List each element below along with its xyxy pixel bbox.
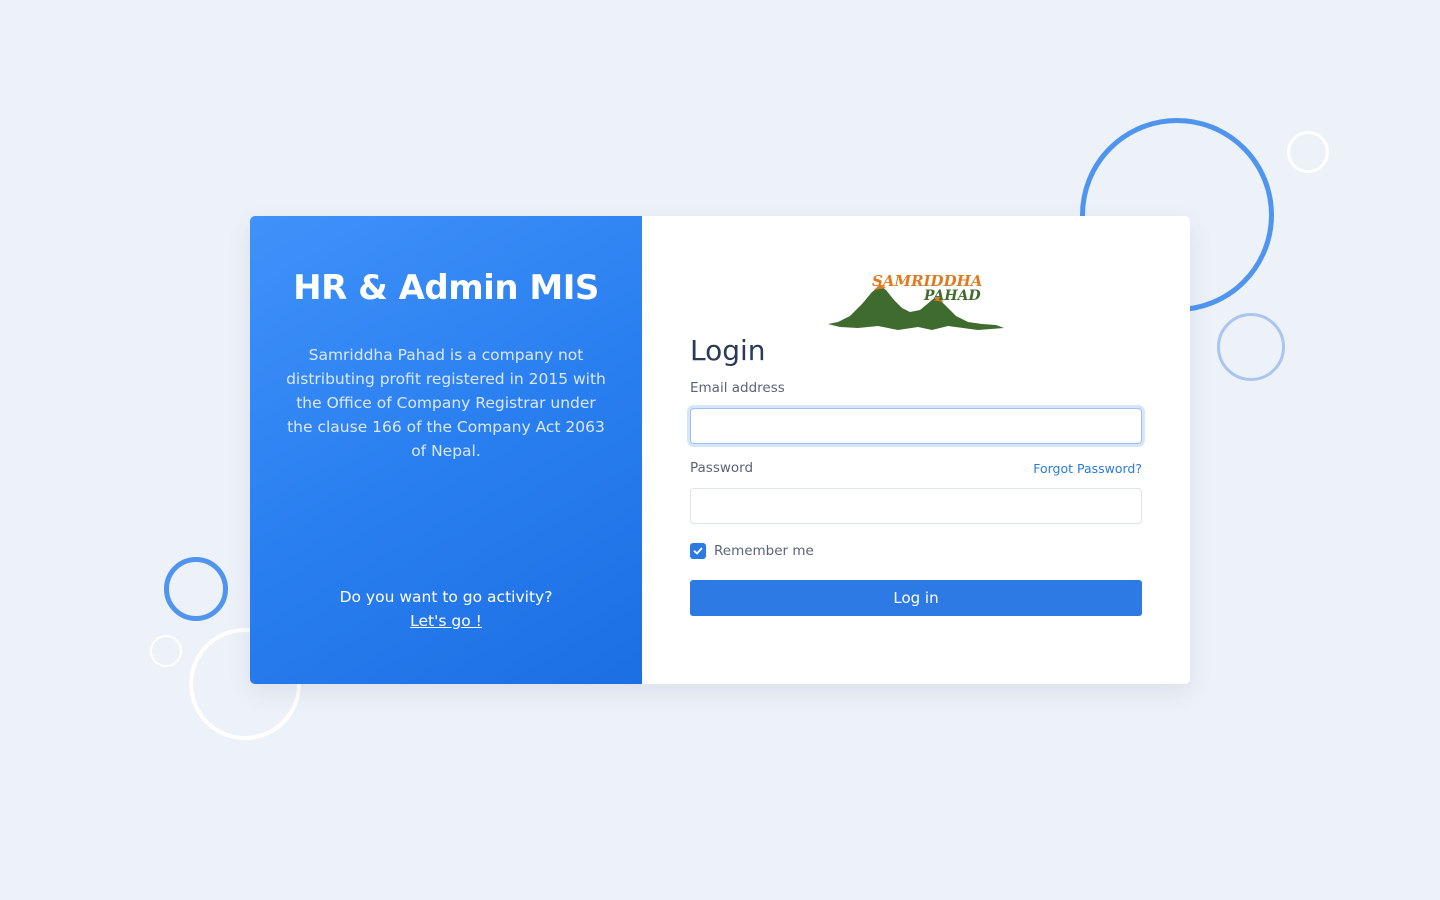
email-field[interactable]: [690, 408, 1142, 444]
email-label: Email address: [690, 380, 785, 396]
checkbox-checked-icon[interactable]: [690, 543, 706, 559]
lets-go-link[interactable]: Let's go !: [250, 612, 642, 630]
decor-circle-small-white: [1287, 131, 1329, 173]
brand-title: HR & Admin MIS: [293, 268, 599, 308]
company-logo: SAMRIDDHA PAHAD: [828, 272, 1004, 330]
login-form-panel: SAMRIDDHA PAHAD Login Email address Pass…: [642, 216, 1190, 684]
logo-text-line2: PAHAD: [923, 288, 981, 304]
password-label: Password: [690, 460, 754, 476]
decor-circle-blue: [164, 557, 228, 621]
check-icon: [693, 547, 703, 555]
decor-circle-light-blue: [1217, 313, 1285, 381]
login-button[interactable]: Log in: [690, 580, 1142, 616]
brand-description: Samriddha Pahad is a company not distrib…: [286, 346, 606, 460]
login-heading: Login: [690, 334, 766, 367]
remember-me-checkbox[interactable]: Remember me: [690, 543, 814, 559]
brand-panel: HR & Admin MIS Samriddha Pahad is a comp…: [250, 216, 642, 684]
forgot-password-link[interactable]: Forgot Password?: [1033, 461, 1142, 476]
password-field[interactable]: [690, 488, 1142, 524]
decor-circle-tiny-white: [150, 635, 182, 667]
activity-question: Do you want to go activity?: [339, 588, 553, 606]
login-card: HR & Admin MIS Samriddha Pahad is a comp…: [250, 216, 1190, 684]
remember-me-label: Remember me: [714, 543, 814, 559]
